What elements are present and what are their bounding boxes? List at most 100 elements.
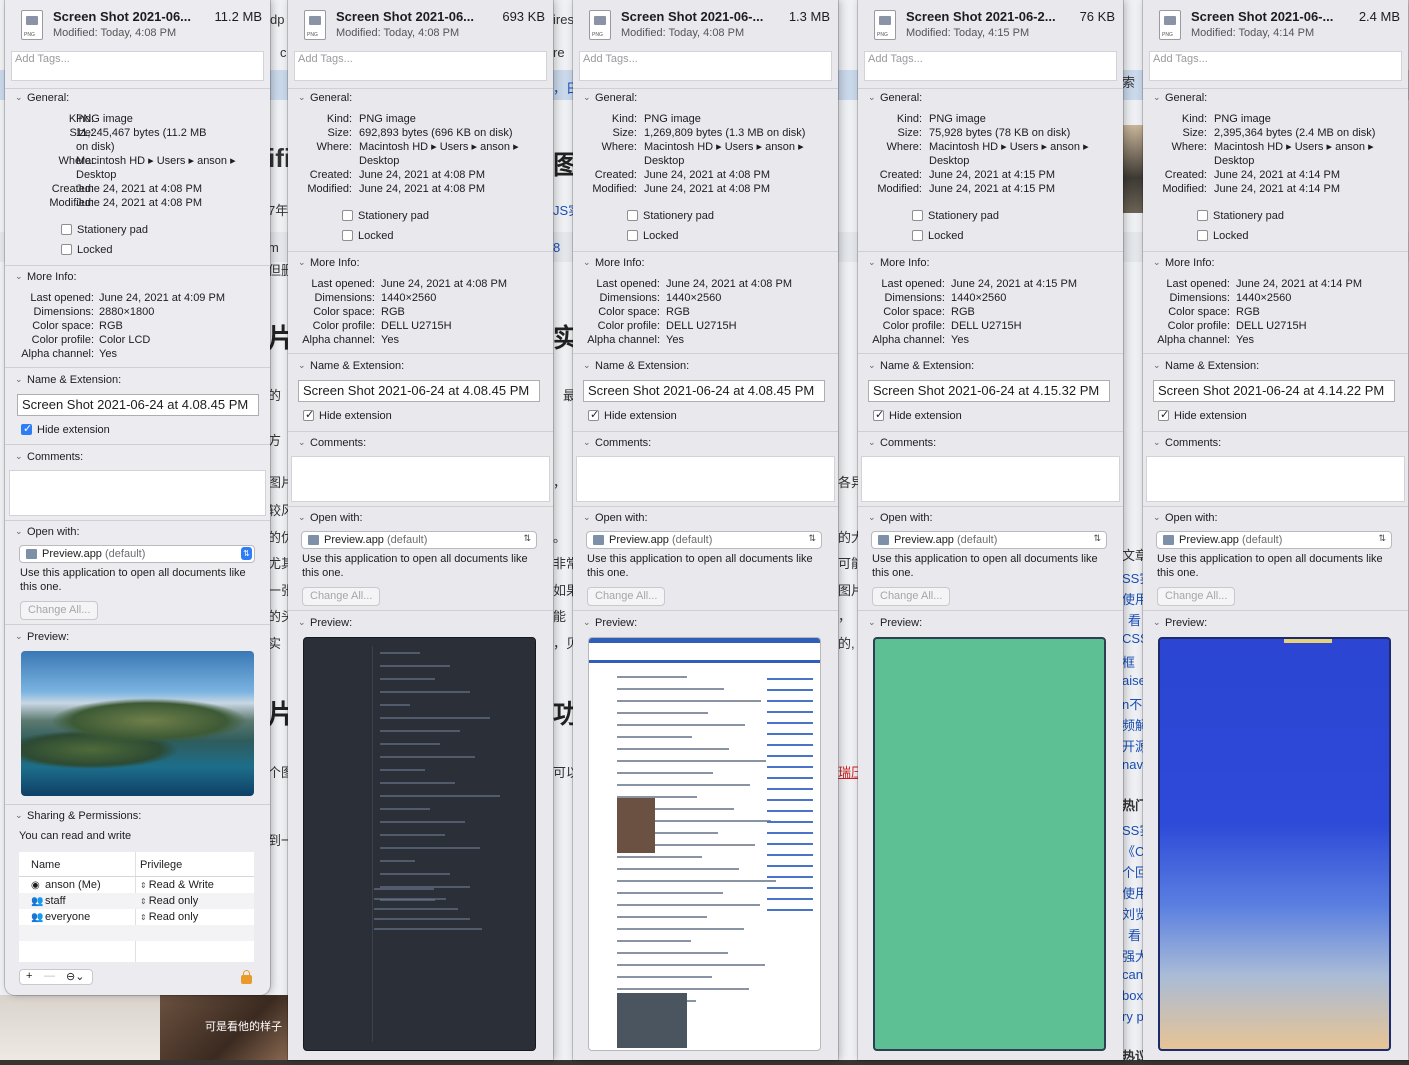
general-section-toggle[interactable]: ⌄ General: xyxy=(858,91,1123,107)
kv-label: Created: xyxy=(309,169,352,181)
permission-privilege[interactable]: Read & Write xyxy=(149,879,214,891)
open-with-section-toggle[interactable]: ⌄ Open with: xyxy=(573,511,838,527)
divider xyxy=(1143,88,1408,89)
permission-row[interactable]: ◉ anson (Me) ⇕ Read & Write xyxy=(19,877,254,893)
tags-input[interactable]: Add Tags... xyxy=(864,51,1117,81)
permission-row[interactable]: 👥 everyone ⇕ Read only xyxy=(19,909,254,925)
tags-input[interactable]: Add Tags... xyxy=(294,51,547,81)
kv-label: Where: xyxy=(601,141,637,153)
add-icon[interactable]: + xyxy=(26,970,32,982)
change-all-button[interactable]: Change All... xyxy=(302,587,381,606)
stationery-pad-checkbox[interactable]: Stationery pad xyxy=(61,224,148,236)
hide-extension-checkbox[interactable]: Hide extension xyxy=(588,408,677,422)
locked-checkbox[interactable]: Locked xyxy=(912,230,963,242)
comments-section-toggle[interactable]: ⌄ Comments: xyxy=(573,436,838,452)
locked-checkbox[interactable]: Locked xyxy=(342,230,393,242)
sharing-section-toggle[interactable]: ⌄ Sharing & Permissions: xyxy=(5,809,270,825)
general-section-toggle[interactable]: ⌄ General: xyxy=(288,91,553,107)
filename-input[interactable]: Screen Shot 2021-06-24 at 4.14.22 PM xyxy=(1153,380,1395,402)
filename-input[interactable]: Screen Shot 2021-06-24 at 4.08.45 PM xyxy=(583,380,825,402)
more-info-section-toggle[interactable]: ⌄ More Info: xyxy=(573,256,838,272)
tags-input[interactable]: Add Tags... xyxy=(579,51,832,81)
privilege-stepper-icon[interactable]: ⇕ xyxy=(140,913,147,922)
change-all-button[interactable]: Change All... xyxy=(587,587,666,606)
preview-section-toggle[interactable]: ⌄ Preview: xyxy=(858,616,1123,632)
more-info-section-toggle[interactable]: ⌄ More Info: xyxy=(858,256,1123,272)
open-with-popup[interactable]: Preview.app (default) ⇅ xyxy=(586,531,822,549)
open-with-popup[interactable]: Preview.app (default) ⇅ xyxy=(301,531,537,549)
info-window-2: Screen Shot 2021-06... 693 KB Modified: … xyxy=(288,0,553,1060)
kv-label: Size: xyxy=(327,127,352,139)
preview-section-toggle[interactable]: ⌄ Preview: xyxy=(573,616,838,632)
divider xyxy=(1143,251,1408,252)
locked-checkbox[interactable]: Locked xyxy=(61,244,112,256)
stationery-pad-checkbox[interactable]: Stationery pad xyxy=(1197,210,1284,222)
hide-extension-checkbox[interactable]: Hide extension xyxy=(303,408,392,422)
name-extension-section-toggle[interactable]: ⌄ Name & Extension: xyxy=(1143,359,1408,375)
hide-extension-checkbox[interactable]: Hide extension xyxy=(1158,408,1247,422)
name-extension-section-toggle[interactable]: ⌄ Name & Extension: xyxy=(858,359,1123,375)
filename-input[interactable]: Screen Shot 2021-06-24 at 4.15.32 PM xyxy=(868,380,1110,402)
comments-section-toggle[interactable]: ⌄ Comments: xyxy=(1143,436,1408,452)
preview-web-text-line xyxy=(617,964,765,966)
preview-section-toggle[interactable]: ⌄ Preview: xyxy=(5,630,270,646)
kv-value: 1,269,809 bytes (1.3 MB on disk) xyxy=(644,127,806,139)
remove-icon[interactable]: — xyxy=(44,970,55,982)
open-with-popup[interactable]: Preview.app (default) ⇅ xyxy=(19,545,255,563)
filename-input[interactable]: Screen Shot 2021-06-24 at 4.08.45 PM xyxy=(298,380,540,402)
preview-section-toggle[interactable]: ⌄ Preview: xyxy=(288,616,553,632)
checkbox-label: Stationery pad xyxy=(358,210,429,222)
privilege-stepper-icon[interactable]: ⇕ xyxy=(140,881,147,890)
checkbox-icon xyxy=(627,210,638,221)
open-with-popup[interactable]: Preview.app (default) ⇅ xyxy=(871,531,1107,549)
preview-section-toggle[interactable]: ⌄ Preview: xyxy=(1143,616,1408,632)
general-section-toggle[interactable]: ⌄ General: xyxy=(573,91,838,107)
comments-textarea[interactable] xyxy=(291,456,550,502)
action-menu-icon[interactable]: ⊖⌄ xyxy=(66,970,84,983)
change-all-button[interactable]: Change All... xyxy=(1157,587,1236,606)
filename-input[interactable]: Screen Shot 2021-06-24 at 4.08.45 PM xyxy=(17,394,259,416)
comments-section-toggle[interactable]: ⌄ Comments: xyxy=(288,436,553,452)
name-extension-section-toggle[interactable]: ⌄ Name & Extension: xyxy=(288,359,553,375)
preview-web-text-line xyxy=(617,760,766,762)
tags-input[interactable]: Add Tags... xyxy=(11,51,264,81)
tags-input[interactable]: Add Tags... xyxy=(1149,51,1402,81)
locked-checkbox[interactable]: Locked xyxy=(1197,230,1248,242)
comments-textarea[interactable] xyxy=(576,456,835,502)
change-all-button[interactable]: Change All... xyxy=(872,587,951,606)
open-with-section-toggle[interactable]: ⌄ Open with: xyxy=(858,511,1123,527)
comments-section-toggle[interactable]: ⌄ Comments: xyxy=(858,436,1123,452)
open-with-popup[interactable]: Preview.app (default) ⇅ xyxy=(1156,531,1392,549)
column-header-privilege[interactable]: Privilege xyxy=(140,859,182,871)
stationery-pad-checkbox[interactable]: Stationery pad xyxy=(342,210,429,222)
open-with-section-toggle[interactable]: ⌄ Open with: xyxy=(1143,511,1408,527)
permission-row[interactable]: 👥 staff ⇕ Read only xyxy=(19,893,254,909)
stationery-pad-checkbox[interactable]: Stationery pad xyxy=(912,210,999,222)
column-header-name[interactable]: Name xyxy=(31,859,60,871)
comments-textarea[interactable] xyxy=(9,470,266,516)
png-file-icon xyxy=(1159,10,1181,40)
more-info-section-toggle[interactable]: ⌄ More Info: xyxy=(288,256,553,272)
comments-textarea[interactable] xyxy=(861,456,1120,502)
stationery-pad-checkbox[interactable]: Stationery pad xyxy=(627,210,714,222)
permission-privilege[interactable]: Read only xyxy=(149,895,199,907)
privilege-stepper-icon[interactable]: ⇕ xyxy=(140,897,147,906)
name-extension-section-toggle[interactable]: ⌄ Name & Extension: xyxy=(573,359,838,375)
change-all-button[interactable]: Change All... xyxy=(20,601,99,620)
hide-extension-checkbox[interactable]: Hide extension xyxy=(873,408,962,422)
general-section-toggle[interactable]: ⌄ General: xyxy=(5,91,270,107)
name-extension-section-toggle[interactable]: ⌄ Name & Extension: xyxy=(5,373,270,389)
lock-icon[interactable] xyxy=(241,970,252,984)
hide-extension-checkbox[interactable]: Hide extension xyxy=(21,422,110,436)
more-info-section-toggle[interactable]: ⌄ More Info: xyxy=(1143,256,1408,272)
open-with-section-toggle[interactable]: ⌄ Open with: xyxy=(288,511,553,527)
comments-section-toggle[interactable]: ⌄ Comments: xyxy=(5,450,270,466)
open-with-section-toggle[interactable]: ⌄ Open with: xyxy=(5,525,270,541)
locked-checkbox[interactable]: Locked xyxy=(627,230,678,242)
more-info-section-toggle[interactable]: ⌄ More Info: xyxy=(5,270,270,286)
chevron-down-icon: ⌄ xyxy=(583,512,591,522)
comments-textarea[interactable] xyxy=(1146,456,1405,502)
preview-web-text-line xyxy=(617,736,692,738)
permission-privilege[interactable]: Read only xyxy=(149,911,199,923)
general-section-toggle[interactable]: ⌄ General: xyxy=(1143,91,1408,107)
